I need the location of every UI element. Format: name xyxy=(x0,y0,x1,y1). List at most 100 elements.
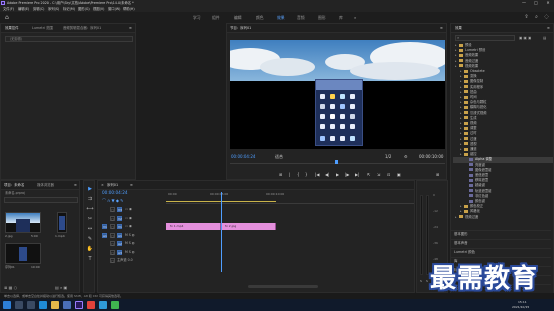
ripple-edit-tool-icon[interactable]: ⟷ xyxy=(86,206,94,213)
timeline-clip[interactable]: fx 2.jpg xyxy=(221,223,276,230)
accelerated-filter-icon[interactable]: ▣ ▣ ▣ xyxy=(519,35,531,41)
program-timecode[interactable]: 00:00:04:24 xyxy=(231,154,255,160)
button-editor-icon[interactable]: ⊞ xyxy=(436,172,439,178)
workspace-graphics[interactable]: 图形 xyxy=(318,12,326,23)
track-header-A1[interactable]: A1 ▢ A1 M S ◍ xyxy=(99,232,165,239)
track-header-A3[interactable]: ▢ A3 M S ◍ xyxy=(99,249,165,256)
solo-right-button[interactable]: S xyxy=(426,279,428,284)
hand-tool-icon[interactable]: ✋ xyxy=(86,246,94,253)
step-forward-button[interactable]: |▶ xyxy=(345,172,349,178)
panel-menu-icon[interactable]: ≡ xyxy=(129,24,132,33)
go-to-in-button[interactable]: |◀ xyxy=(315,172,319,178)
search-icon[interactable]: ⌕ xyxy=(533,14,540,21)
slip-tool-icon[interactable]: ↔ xyxy=(86,226,94,233)
search-icon[interactable] xyxy=(15,301,23,309)
mark-in-button[interactable]: { xyxy=(297,172,300,178)
lock-icon[interactable]: ▢ xyxy=(110,232,115,238)
timeline-menu-icon[interactable]: ≡ xyxy=(130,181,133,190)
timeline-snap-icon[interactable]: ⌒ ∩ ▼ ◆ ✎ xyxy=(102,198,124,204)
store-icon[interactable] xyxy=(63,301,71,309)
chrome-icon[interactable] xyxy=(87,301,95,309)
quality-dropdown[interactable]: 1/2 xyxy=(385,154,391,160)
source-patch-V1[interactable]: V1 xyxy=(102,224,107,229)
premiere-taskbar-icon[interactable] xyxy=(75,301,83,309)
timeline-scrollbar[interactable] xyxy=(248,285,318,288)
compare-view-button[interactable]: ▣ xyxy=(397,172,401,178)
tab-program[interactable]: 节目：序列01 xyxy=(230,24,251,33)
workspace-editing[interactable]: 编辑 xyxy=(234,12,242,23)
workspace-learn[interactable]: 学习 xyxy=(193,12,201,23)
workspace-audio[interactable]: 音频 xyxy=(297,12,305,23)
play-button[interactable]: ▶ xyxy=(336,172,339,178)
tab-lumetri-scopes[interactable]: Lumetri 范围 xyxy=(32,24,53,33)
wechat-icon[interactable] xyxy=(111,301,119,309)
edge-icon[interactable] xyxy=(39,301,47,309)
task-view-icon[interactable] xyxy=(27,301,35,309)
lock-icon[interactable]: ▢ xyxy=(110,249,115,255)
track-target-A3[interactable]: A3 xyxy=(117,249,122,255)
track-header-V2[interactable]: ▢ V2 ▭ ◉ xyxy=(99,215,165,222)
speech-icon[interactable]: ◌ xyxy=(543,14,550,21)
qq-icon[interactable] xyxy=(99,301,107,309)
timeline-playhead[interactable] xyxy=(220,192,222,272)
type-tool-icon[interactable]: T xyxy=(86,256,94,263)
explorer-icon[interactable] xyxy=(51,301,59,309)
lock-icon[interactable]: ▢ xyxy=(110,258,115,263)
tab-sequence[interactable]: 序列01 xyxy=(107,181,118,190)
project-item-thumbnail[interactable] xyxy=(57,212,67,233)
lock-icon[interactable]: ▢ xyxy=(110,207,115,212)
project-search-input[interactable] xyxy=(4,197,78,203)
track-target-A1[interactable]: A1 xyxy=(117,232,122,238)
track-header-V3[interactable]: ▢ V3 ▭ ◉ xyxy=(99,206,165,213)
clip-selector[interactable]: （无剪辑） xyxy=(5,36,133,42)
tab-audio-clip-mixer[interactable]: 音频剪辑混合器：序列01 xyxy=(63,24,101,33)
wrench-icon[interactable]: ⚙ xyxy=(404,154,408,160)
selection-tool-icon[interactable]: ▶ xyxy=(86,186,94,193)
go-to-out-button[interactable]: ▶| xyxy=(355,172,359,178)
track-target-V3[interactable]: V3 xyxy=(117,207,122,212)
track-toggle-icons[interactable]: 主声道 0.0 xyxy=(117,257,133,264)
track-header-主声道[interactable]: ▢ 主声道 0.0 xyxy=(99,257,165,264)
project-menu-icon[interactable]: ≡ xyxy=(74,181,77,190)
tab-effects[interactable]: 效果 xyxy=(455,24,462,33)
workspace-libraries[interactable]: 库 xyxy=(339,12,343,23)
list-view-icon[interactable]: ≣ ▦ ○ xyxy=(4,285,17,291)
lift-button[interactable]: ⇱ xyxy=(367,172,370,178)
track-target-A2[interactable]: A2 xyxy=(117,241,122,246)
workspace-more-icon[interactable]: » xyxy=(354,12,356,23)
program-playhead[interactable] xyxy=(335,160,338,164)
lock-icon[interactable]: ▢ xyxy=(110,215,115,221)
new-bin-icon[interactable]: ▤ xyxy=(543,35,546,41)
timeline-clip[interactable]: fx 1.mp4 xyxy=(166,223,221,230)
close-sequence-icon[interactable]: × xyxy=(101,181,104,190)
track-target-V1[interactable]: V1 xyxy=(117,224,122,229)
track-toggle-icons[interactable]: ▭ ◉ xyxy=(125,206,132,213)
step-back-button[interactable]: ◀| xyxy=(325,172,329,178)
clock-date[interactable]: 2021/10/15 xyxy=(512,304,529,310)
timeline-timecode[interactable]: 00:00:04:24 xyxy=(102,190,128,196)
fit-dropdown[interactable]: 适合 xyxy=(275,154,283,160)
tab-media-browser[interactable]: 媒体浏览器 xyxy=(37,181,54,190)
extract-button[interactable]: ⇲ xyxy=(377,172,380,178)
effects-search-input[interactable]: ⌕ xyxy=(455,35,515,41)
effects-section-tab[interactable]: 基本声音 xyxy=(451,239,551,245)
add-marker-button[interactable]: ⊞ xyxy=(279,172,282,178)
share-icon[interactable]: ⇪ xyxy=(523,14,530,21)
track-header-V1[interactable]: V1 ▢ V1 ▭ ◉ xyxy=(99,223,165,230)
track-select-tool-icon[interactable]: ⇉ xyxy=(86,196,94,203)
source-patch-A1[interactable]: A1 xyxy=(102,232,107,238)
program-menu-icon[interactable]: ≡ xyxy=(440,24,443,33)
program-viewer[interactable] xyxy=(230,40,445,149)
project-item-thumbnail[interactable] xyxy=(5,212,41,233)
track-target-V2[interactable]: V2 xyxy=(117,215,122,221)
effects-tree-item[interactable]: ▸ 视频过渡 xyxy=(453,215,478,220)
solo-left-button[interactable]: S xyxy=(420,279,422,284)
track-toggle-icons[interactable]: M S ◍ xyxy=(125,249,135,256)
effects-menu-icon[interactable]: ≡ xyxy=(547,24,550,33)
project-item-thumbnail[interactable] xyxy=(5,243,41,264)
lock-icon[interactable]: ▢ xyxy=(110,224,115,229)
new-item-icon[interactable]: ▤ ⌕ ▣ xyxy=(55,285,67,291)
track-header-A2[interactable]: ▢ A2 M S ◍ xyxy=(99,240,165,247)
mark-out-button[interactable]: } xyxy=(305,172,308,178)
workspace-assembly[interactable]: 组件 xyxy=(212,12,220,23)
